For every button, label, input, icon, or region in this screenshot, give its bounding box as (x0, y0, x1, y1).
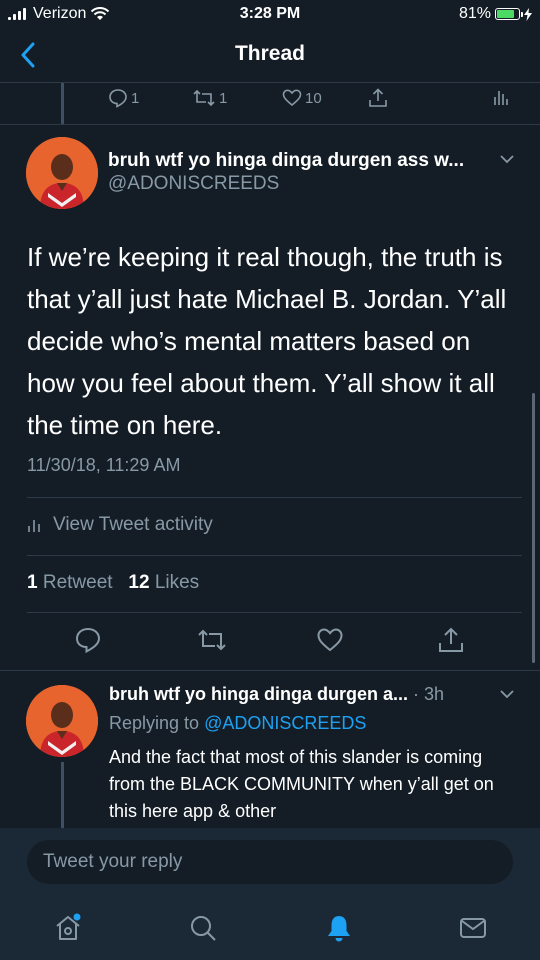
divider (0, 124, 540, 125)
nav-header: Thread (0, 30, 540, 83)
reply-time: · 3h (413, 684, 445, 704)
reply-header: bruh wtf yo hinga dinga durgen a... · 3h (109, 684, 444, 705)
tab-search[interactable] (187, 912, 219, 944)
battery-icon (495, 8, 523, 20)
heart-icon (317, 628, 343, 652)
heart-icon (282, 89, 302, 107)
activity-label: View Tweet activity (53, 514, 213, 535)
retweets-label: Retweet (42, 572, 113, 593)
divider (27, 555, 522, 556)
reply-count: 1 (131, 89, 140, 107)
reply-display-name[interactable]: bruh wtf yo hinga dinga durgen a... (109, 684, 408, 704)
thread-line (61, 83, 64, 125)
chevron-down-icon (500, 155, 514, 164)
battery-status: 81% (459, 5, 532, 23)
likes-count: 12 (128, 572, 150, 593)
reply-icon (109, 89, 127, 108)
divider (27, 612, 522, 613)
battery-percent: 81% (458, 5, 491, 22)
analytics-action[interactable] (493, 88, 509, 106)
scrollbar[interactable] (532, 393, 535, 663)
reply-icon (75, 627, 101, 654)
search-icon (191, 916, 216, 941)
retweet-icon (198, 629, 226, 651)
share-button[interactable] (437, 626, 467, 656)
chevron-down-icon (500, 690, 514, 699)
reply-tweet-text: And the fact that most of this slander i… (109, 747, 494, 821)
tweet-text: If we’re keeping it real though, the tru… (27, 242, 507, 440)
tweet-timestamp: 11/30/18, 11:29 AM (27, 455, 181, 475)
tweet-actions (0, 622, 540, 662)
retweet-icon (193, 89, 215, 107)
retweet-action[interactable]: 1 (192, 88, 227, 108)
page-title: Thread (234, 42, 305, 65)
analytics-icon (494, 91, 508, 105)
share-icon (439, 627, 463, 652)
like-action[interactable]: 10 (282, 88, 322, 108)
avatar[interactable] (26, 137, 98, 209)
replying-label: Replying to (109, 713, 200, 733)
reply-placeholder: Tweet your reply (43, 851, 183, 872)
reply-menu-button[interactable] (498, 687, 516, 701)
user-handle[interactable]: @ADONISCREEDS (108, 173, 279, 195)
retweets-count: 1 (27, 572, 38, 593)
engagement-counts: 1 Retweet 12 Likes (27, 572, 199, 594)
share-icon (369, 88, 387, 107)
analytics-icon (28, 520, 40, 532)
tab-home[interactable] (52, 912, 84, 944)
likes-label: Likes (154, 572, 200, 593)
display-name[interactable]: bruh wtf yo hinga dinga durgen ass w... (108, 150, 464, 172)
retweet-button[interactable] (196, 626, 226, 656)
divider (27, 497, 522, 498)
previous-tweet-actions: 1 1 10 (108, 88, 528, 112)
divider (0, 670, 540, 671)
tweet-menu-button[interactable] (498, 152, 516, 166)
replying-to: Replying to @ADONISCREEDS (109, 713, 366, 734)
messages-icon (460, 918, 486, 938)
avatar[interactable] (26, 685, 98, 757)
share-action[interactable] (368, 88, 388, 108)
tab-notifications[interactable] (323, 912, 355, 944)
home-icon (56, 913, 81, 940)
retweet-count: 1 (219, 89, 228, 107)
tab-bar (0, 896, 540, 960)
tab-messages[interactable] (457, 912, 489, 944)
likes-stat[interactable]: 12 Likes (128, 572, 199, 593)
reply-button[interactable] (74, 626, 104, 656)
profile-photo (26, 137, 98, 209)
retweets-stat[interactable]: 1 Retweet (27, 572, 113, 593)
notifications-icon (328, 916, 350, 942)
profile-photo (26, 685, 98, 757)
status-bar: Verizon 3:28 PM 81% (0, 0, 540, 30)
like-button[interactable] (316, 626, 346, 656)
view-tweet-activity[interactable]: View Tweet activity (27, 514, 213, 536)
thread-line (61, 762, 64, 828)
like-count: 10 (305, 89, 322, 107)
reply-input[interactable]: Tweet your reply (27, 840, 513, 884)
reply-action[interactable]: 1 (108, 88, 139, 108)
replying-handle-link[interactable]: @ADONISCREEDS (204, 713, 366, 733)
charging-icon (524, 7, 532, 21)
